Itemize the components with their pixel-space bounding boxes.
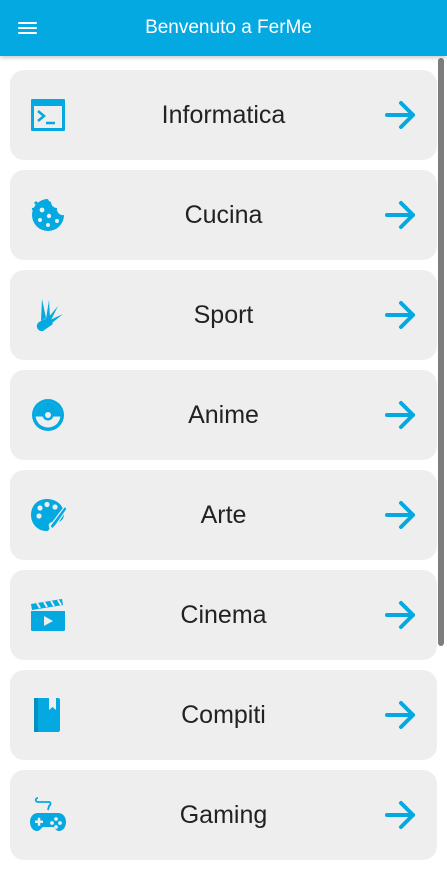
arrow-right-icon[interactable] [384, 298, 418, 332]
arrow-right-icon[interactable] [384, 398, 418, 432]
category-label: Cucina [184, 201, 263, 229]
app-bar: Benvenuto a FerMe [0, 0, 447, 56]
arrow-right-icon[interactable] [384, 98, 418, 132]
category-label: Informatica [161, 101, 286, 129]
arrow-right-icon[interactable] [384, 598, 418, 632]
category-card-cucina[interactable]: Cucina [10, 170, 437, 260]
arrow-right-icon[interactable] [384, 198, 418, 232]
category-card-arte[interactable]: Arte [10, 470, 437, 560]
category-label: Sport [193, 301, 254, 329]
category-card-informatica[interactable]: Informatica [10, 70, 437, 160]
category-label: Compiti [181, 701, 266, 729]
category-label: Cinema [180, 601, 267, 629]
app-title: Benvenuto a FerMe [145, 17, 312, 38]
palette-icon [31, 499, 67, 531]
terminal-icon [31, 99, 65, 131]
book-icon [34, 698, 60, 732]
category-card-cinema[interactable]: Cinema [10, 570, 437, 660]
scrollbar[interactable] [438, 58, 444, 646]
clapperboard-icon [31, 599, 65, 631]
category-label: Gaming [179, 801, 268, 829]
cookie-icon [31, 199, 64, 231]
gamepad-icon [30, 797, 66, 831]
pokeball-icon [32, 399, 64, 431]
category-card-gaming[interactable]: Gaming [10, 770, 437, 860]
category-card-compiti[interactable]: Compiti [10, 670, 437, 760]
category-label: Anime [188, 401, 259, 429]
arrow-right-icon[interactable] [384, 698, 418, 732]
category-card-sport[interactable]: Sport [10, 270, 437, 360]
category-list: Informatica Cucina Sport Anime Arte Cine… [0, 56, 447, 870]
shuttlecock-icon [36, 299, 63, 332]
category-label: Arte [200, 501, 247, 529]
arrow-right-icon[interactable] [384, 498, 418, 532]
category-card-anime[interactable]: Anime [10, 370, 437, 460]
arrow-right-icon[interactable] [384, 798, 418, 832]
